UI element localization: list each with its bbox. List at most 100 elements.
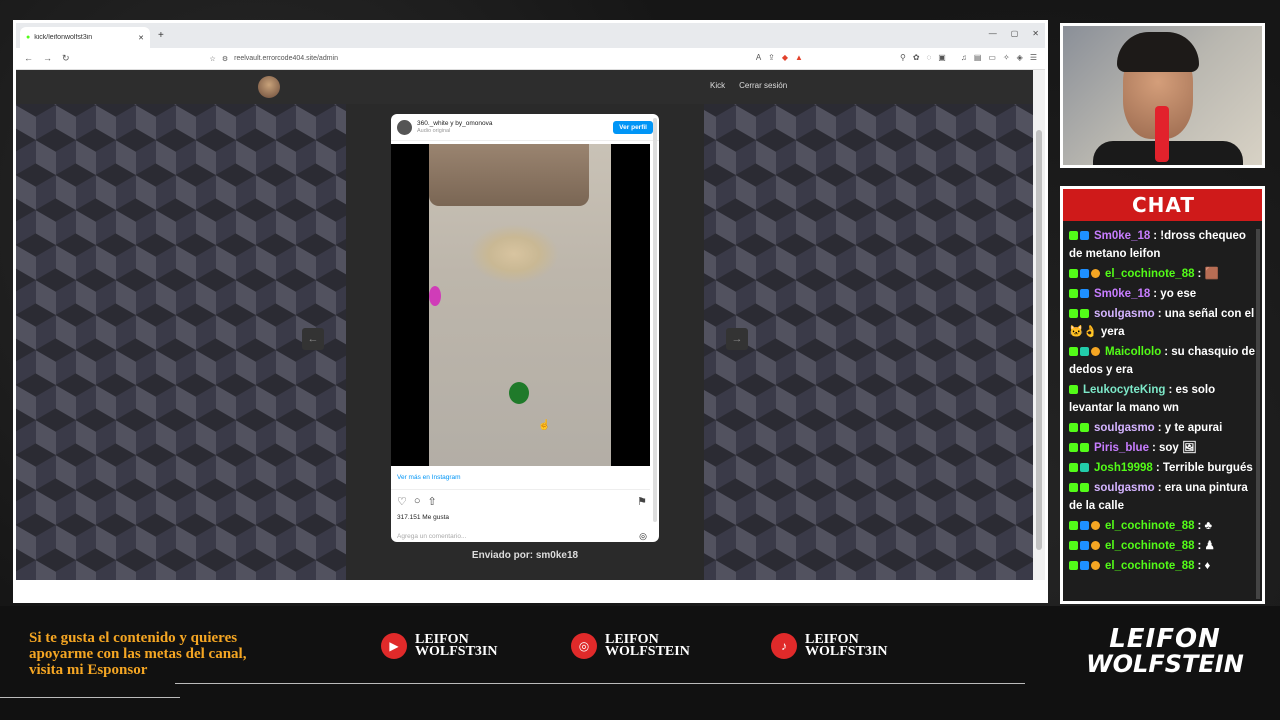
chat-badge-icon — [1080, 541, 1089, 551]
scrollbar-thumb[interactable] — [1036, 130, 1042, 550]
translate-icon[interactable]: A — [756, 53, 761, 62]
comment-icon[interactable]: ○ — [414, 495, 421, 508]
site-info-icon[interactable]: ⚙ — [222, 55, 228, 63]
chat-username[interactable]: soulgasmo — [1094, 482, 1155, 494]
chat-badge-icon — [1069, 309, 1078, 319]
rewards-icon[interactable]: ▲ — [795, 53, 803, 62]
chat-username[interactable]: el_cochinote_88 — [1105, 560, 1194, 572]
user-avatar[interactable] — [397, 119, 412, 135]
logout-link[interactable]: Cerrar sesión — [739, 81, 787, 90]
footer-divider — [175, 683, 1025, 684]
chat-badge-icon — [1080, 289, 1089, 299]
browser-tab[interactable]: ● kick/leifonwolfst3in ✕ — [20, 27, 150, 48]
chat-badge-icon — [1091, 541, 1100, 551]
chat-message: Maicollolo: su chasquio de dedos y era — [1069, 343, 1259, 379]
pin-icon[interactable]: ⚲ — [900, 53, 906, 62]
sent-by-label: Enviado por: sm0ke18 — [471, 550, 579, 561]
chat-username[interactable]: Sm0ke_18 — [1094, 230, 1150, 242]
chat-username[interactable]: Piris_blue — [1094, 442, 1149, 454]
chat-icon[interactable]: ◌ — [927, 53, 932, 62]
sponsor-line: apoyarme con las metas del canal, — [29, 646, 247, 662]
chat-message: el_cochinote_88: ♦ — [1069, 557, 1259, 575]
arrow-left-icon: ← — [307, 333, 319, 345]
chat-message: el_cochinote_88: ♣ — [1069, 517, 1259, 535]
next-arrow-button[interactable]: → — [726, 328, 748, 350]
extensions-toolbar: A ⇪ ◆ ▲ ⚲ ✿ ◌ ▣ ♫ ▤ ▭ ✧ ◈ ☰ — [756, 53, 1037, 62]
chat-text: : Terrible burgués — [1155, 462, 1253, 474]
embed-header: 360._white y by_omonova Audio original V… — [391, 114, 659, 141]
tiktok-social: ♪ LEIFON WOLFST3IN — [771, 633, 887, 659]
heart-icon[interactable]: ♡ — [397, 495, 407, 508]
embed-audio[interactable]: Audio original — [417, 128, 608, 135]
minimize-icon[interactable]: — — [989, 29, 997, 38]
chat-message: Josh19998: Terrible burgués — [1069, 459, 1259, 477]
bookmark-page-icon[interactable]: ☆ — [210, 55, 216, 63]
view-profile-button[interactable]: Ver perfil — [613, 120, 653, 134]
video-pink-object — [429, 286, 441, 306]
chat-badge-icon — [1069, 561, 1078, 571]
site-nav: Kick Cerrar sesión — [16, 70, 1033, 104]
chat-badge-icon — [1069, 463, 1078, 473]
browser-window: ● kick/leifonwolfst3in ✕ + — ▢ ✕ ← → ↻ ☆… — [13, 20, 1048, 603]
wallet-icon[interactable]: ▭ — [988, 53, 996, 62]
forward-icon[interactable]: → — [43, 53, 52, 64]
mouse-cursor-icon: ☝ — [538, 420, 551, 431]
prev-arrow-button[interactable]: ← — [302, 328, 324, 350]
chat-badge-icon — [1091, 521, 1100, 531]
chat-username[interactable]: el_cochinote_88 — [1105, 540, 1194, 552]
chat-username[interactable]: Maicollolo — [1105, 346, 1161, 358]
url-field[interactable]: reelvault.errorcode404.site/admin — [234, 55, 338, 62]
chat-badge-icon — [1069, 231, 1078, 241]
embed-users[interactable]: 360._white y by_omonova — [417, 120, 608, 128]
back-icon[interactable]: ← — [24, 53, 33, 64]
extension-icon[interactable]: ✿ — [913, 53, 920, 62]
chat-scrollbar[interactable] — [1256, 229, 1260, 599]
chat-badge-icon — [1069, 521, 1078, 531]
chat-username[interactable]: soulgasmo — [1094, 422, 1155, 434]
chat-badge-icon — [1069, 385, 1078, 395]
chat-badge-icon — [1080, 561, 1089, 571]
chat-username[interactable]: Sm0ke_18 — [1094, 288, 1150, 300]
logo-line2: WOLFSTEIN — [1086, 650, 1244, 678]
kick-favicon-icon: ● — [26, 34, 31, 41]
embed-scrollbar[interactable] — [653, 118, 657, 522]
leo-icon[interactable]: ✧ — [1003, 53, 1010, 62]
chat-message: soulgasmo: una señal con el 🐱👌 yera — [1069, 305, 1259, 341]
comment-input[interactable]: Agrega un comentario... — [397, 533, 466, 540]
maximize-icon[interactable]: ▢ — [1011, 29, 1019, 38]
brave-shield-icon[interactable]: ◆ — [782, 53, 788, 62]
reel-video[interactable] — [391, 144, 650, 466]
instagram-logo-icon[interactable]: ◎ — [639, 531, 647, 542]
close-window-icon[interactable]: ✕ — [1032, 29, 1039, 38]
chat-badge-icon — [1069, 541, 1078, 551]
chat-box: CHAT Sm0ke_18: !dross chequeo de metano … — [1060, 186, 1265, 604]
chat-username[interactable]: Josh19998 — [1094, 462, 1153, 474]
save-post-icon[interactable]: ⚑ — [637, 495, 647, 508]
chat-username[interactable]: el_cochinote_88 — [1105, 268, 1194, 280]
sidebar-icon[interactable]: ▤ — [974, 53, 982, 62]
window-controls: — ▢ ✕ — [989, 29, 1039, 38]
vpn-icon[interactable]: ◈ — [1017, 53, 1023, 62]
site-avatar[interactable] — [258, 76, 280, 98]
divider — [391, 489, 650, 490]
kick-link[interactable]: Kick — [710, 81, 725, 90]
youtube-icon: ▶ — [381, 633, 407, 659]
close-tab-icon[interactable]: ✕ — [138, 34, 144, 42]
share-icon[interactable]: ⇪ — [768, 53, 775, 62]
chat-badge-icon — [1069, 423, 1078, 433]
chat-message: soulgasmo: y te apurai — [1069, 419, 1259, 437]
chat-username[interactable]: soulgasmo — [1094, 308, 1155, 320]
chat-message: Sm0ke_18: !dross chequeo de metano leifo… — [1069, 227, 1259, 263]
tiktok-icon: ♪ — [771, 633, 797, 659]
share-post-icon[interactable]: ⇧ — [428, 495, 437, 508]
chat-username[interactable]: el_cochinote_88 — [1105, 520, 1194, 532]
page-scrollbar[interactable] — [1033, 70, 1045, 580]
new-tab-icon[interactable]: + — [158, 30, 164, 41]
menu-icon[interactable]: ☰ — [1030, 53, 1037, 62]
music-icon[interactable]: ♫ — [961, 53, 967, 62]
more-on-instagram-link[interactable]: Ver más en Instagram — [397, 474, 461, 481]
channel-logo: LEIFON WOLFSTEIN — [1085, 624, 1245, 690]
screenshot-icon[interactable]: ▣ — [938, 53, 946, 62]
chat-username[interactable]: LeukocyteKing — [1083, 384, 1165, 396]
reload-icon[interactable]: ↻ — [62, 53, 70, 64]
